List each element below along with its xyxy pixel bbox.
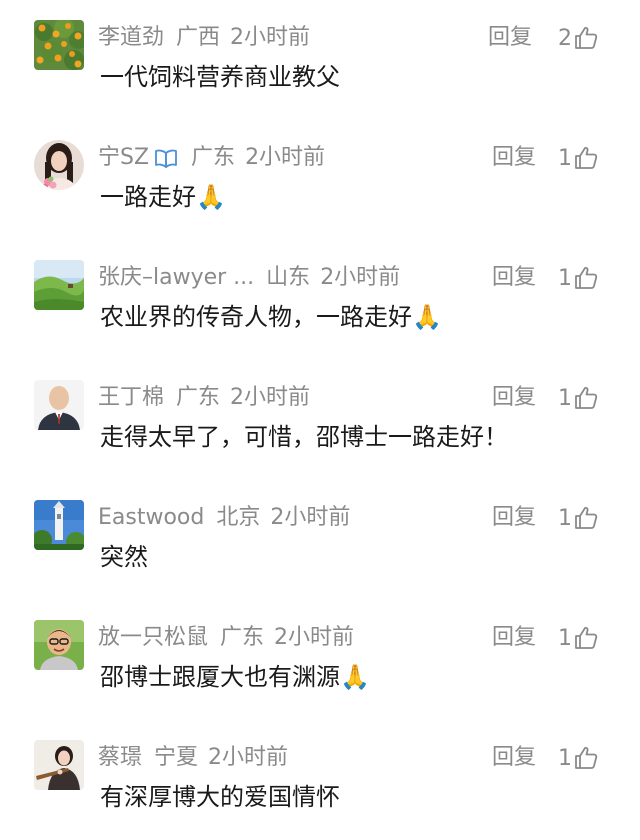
like-button[interactable]: 1 [558, 622, 599, 654]
comment-item: 李道劲 广西 2小时前 回复 2 一代饲料营养商业教父 [0, 20, 640, 120]
orange-tree-avatar[interactable] [34, 20, 84, 70]
like-count: 1 [558, 745, 572, 771]
commenter-location: 北京 [216, 505, 261, 530]
reply-button[interactable]: 回复 [492, 142, 536, 174]
comment-meta: 李道劲 广西 2小时前 [98, 22, 310, 54]
commenter-name[interactable]: 宁SZ [98, 142, 149, 174]
like-button[interactable]: 2 [558, 22, 599, 54]
commenter-name[interactable]: 蔡璟 [98, 742, 142, 774]
commenter-location: 广西 [176, 25, 221, 50]
thumbs-up-icon [573, 625, 599, 651]
praying-hands-emoji: 🙏 [196, 183, 226, 211]
like-count: 1 [558, 265, 572, 291]
commenter-location: 广东 [191, 145, 236, 170]
comment-meta: 放一只松鼠 广东 2小时前 [98, 622, 354, 654]
green-hills-avatar[interactable] [34, 260, 84, 310]
comment-text: 邵博士跟厦大也有渊源🙏 [100, 660, 370, 694]
comment-text: 一代饲料营养商业教父 [100, 60, 340, 94]
reply-button[interactable]: 回复 [492, 262, 536, 294]
comment-body: 突然 [100, 543, 148, 571]
like-button[interactable]: 1 [558, 262, 599, 294]
comment-text: 有深厚博大的爱国情怀 [100, 780, 340, 814]
like-button[interactable]: 1 [558, 742, 599, 774]
reply-button[interactable]: 回复 [492, 382, 536, 414]
thumbs-up-icon [573, 385, 599, 411]
comment-time: 2小时前 [320, 265, 401, 290]
comment-text: 一路走好🙏 [100, 180, 226, 214]
comment-meta: Eastwood 北京 2小时前 [98, 502, 350, 534]
comment-meta: 王丁棉 广东 2小时前 [98, 382, 310, 414]
comment-time: 2小时前 [230, 385, 311, 410]
comment-item: Eastwood 北京 2小时前 回复 1 突然 [0, 500, 640, 600]
like-button[interactable]: 1 [558, 142, 599, 174]
comment-meta: 宁SZ 广东 2小时前 [98, 142, 325, 174]
commenter-name[interactable]: 王丁棉 [98, 382, 164, 414]
comment-body: 一代饲料营养商业教父 [100, 63, 340, 91]
woman-flowers-avatar[interactable] [34, 140, 84, 190]
comment-time: 2小时前 [270, 505, 351, 530]
comment-meta: 蔡璟 宁夏 2小时前 [98, 742, 288, 774]
commenter-name[interactable]: 李道劲 [98, 22, 164, 54]
reply-button[interactable]: 回复 [492, 502, 536, 534]
reply-button[interactable]: 回复 [488, 22, 532, 54]
thumbs-up-icon [573, 145, 599, 171]
praying-hands-emoji: 🙏 [340, 663, 370, 691]
comment-time: 2小时前 [245, 145, 326, 170]
comment-time: 2小时前 [230, 25, 311, 50]
comment-item: 放一只松鼠 广东 2小时前 回复 1 邵博士跟厦大也有渊源🙏 [0, 620, 640, 720]
like-count: 2 [558, 25, 572, 51]
comment-item: 张庆–lawyer ... 山东 2小时前 回复 1 农业界的传奇人物，一路走好… [0, 260, 640, 360]
thumbs-up-icon [573, 505, 599, 531]
woman-instrument-avatar[interactable] [34, 740, 84, 790]
comment-item: 蔡璟 宁夏 2小时前 回复 1 有深厚博大的爱国情怀 [0, 740, 640, 840]
comment-item: 宁SZ 广东 2小时前 回复 1 一路走好🙏 [0, 140, 640, 240]
like-count: 1 [558, 505, 572, 531]
comment-time: 2小时前 [208, 745, 289, 770]
like-button[interactable]: 1 [558, 382, 599, 414]
comment-text: 突然 [100, 540, 148, 574]
commenter-location: 宁夏 [154, 745, 199, 770]
commenter-location: 广东 [220, 625, 265, 650]
commenter-name[interactable]: Eastwood [98, 502, 204, 534]
cartoon-man-avatar[interactable] [34, 620, 84, 670]
like-count: 1 [558, 145, 572, 171]
praying-hands-emoji: 🙏 [412, 303, 442, 331]
comment-time: 2小时前 [274, 625, 355, 650]
commenter-location: 山东 [266, 265, 311, 290]
like-count: 1 [558, 625, 572, 651]
comment-item: 王丁棉 广东 2小时前 回复 1 走得太早了，可惜，邵博士一路走好！ [0, 380, 640, 480]
comment-text: 农业界的传奇人物，一路走好🙏 [100, 300, 442, 334]
comment-body: 农业界的传奇人物，一路走好 [100, 303, 412, 331]
thumbs-up-icon [573, 265, 599, 291]
tower-sky-avatar[interactable] [34, 500, 84, 550]
like-count: 1 [558, 385, 572, 411]
comment-text: 走得太早了，可惜，邵博士一路走好！ [100, 420, 508, 454]
comment-meta: 张庆–lawyer ... 山东 2小时前 [98, 262, 400, 294]
comment-body: 邵博士跟厦大也有渊源 [100, 663, 340, 691]
comment-body: 一路走好 [100, 183, 196, 211]
reply-button[interactable]: 回复 [492, 622, 536, 654]
reply-button[interactable]: 回复 [492, 742, 536, 774]
comment-body: 有深厚博大的爱国情怀 [100, 783, 340, 811]
thumbs-up-icon [573, 745, 599, 771]
commenter-name[interactable]: 放一只松鼠 [98, 622, 208, 654]
comment-body: 走得太早了，可惜，邵博士一路走好！ [100, 423, 508, 451]
verified-book-icon [153, 147, 179, 169]
like-button[interactable]: 1 [558, 502, 599, 534]
thumbs-up-icon [573, 25, 599, 51]
commenter-name[interactable]: 张庆–lawyer ... [98, 262, 254, 294]
man-suit-avatar[interactable] [34, 380, 84, 430]
commenter-location: 广东 [176, 385, 221, 410]
